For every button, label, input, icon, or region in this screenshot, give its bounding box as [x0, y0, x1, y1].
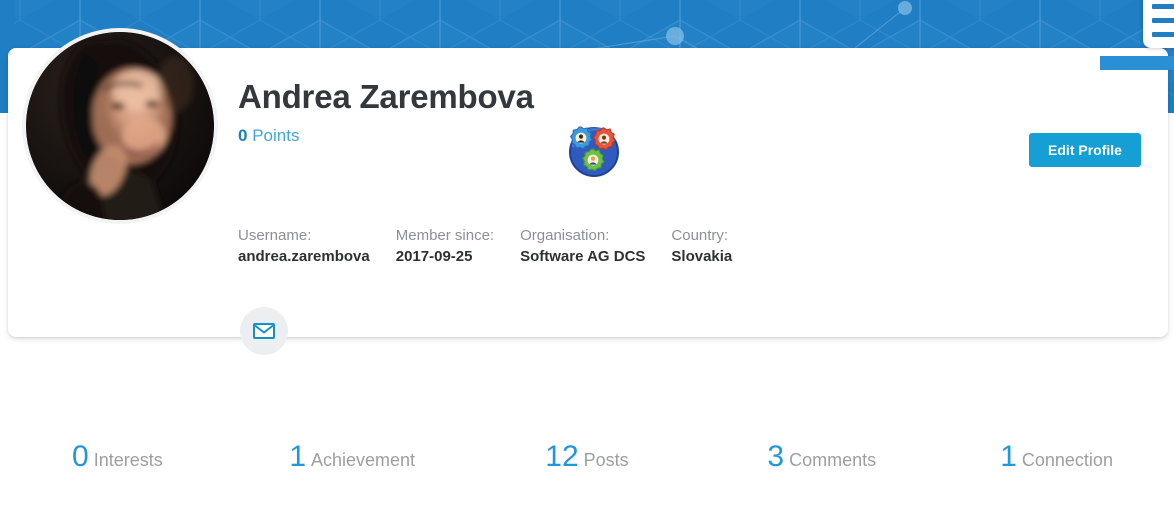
avatar[interactable]	[22, 28, 218, 224]
stat-posts[interactable]: 12 Posts	[470, 440, 705, 486]
points-line: 0 Points	[238, 126, 534, 146]
stat-comments[interactable]: 3 Comments	[704, 440, 939, 486]
stat-label: Posts	[583, 450, 629, 470]
stat-count: 3	[767, 440, 785, 473]
community-gears-badge-icon[interactable]	[563, 121, 623, 179]
stat-connections[interactable]: 1 Connection	[939, 440, 1174, 486]
points-value: 0	[238, 126, 248, 145]
meta-value: 2017-09-25	[395, 248, 473, 265]
edit-profile-button[interactable]: Edit Profile	[1029, 133, 1141, 167]
menu-line-icon	[1152, 18, 1174, 23]
meta-label: Organisation:	[520, 227, 610, 244]
hero-corner-strip	[1100, 56, 1174, 70]
stat-label: Connection	[1021, 450, 1113, 470]
meta-value: andrea.zarembova	[238, 248, 370, 265]
avatar-photo	[26, 32, 214, 220]
stat-count: 0	[72, 440, 89, 473]
meta-field-member-since: Member since: 2017-09-25	[396, 226, 494, 268]
send-message-button[interactable]	[240, 307, 288, 355]
stat-count: 1	[1000, 440, 1017, 473]
envelope-icon	[253, 323, 275, 339]
menu-line-icon	[1152, 4, 1174, 9]
stat-count: 12	[545, 440, 579, 473]
profile-meta-row: Username: andrea.zarembova Member since:…	[238, 226, 758, 268]
page-title: Andrea Zarembova	[238, 78, 534, 115]
menu-list-widget[interactable]	[1143, 0, 1174, 48]
points-label: Points	[252, 126, 300, 145]
stat-interests[interactable]: 0 Interests	[0, 440, 235, 486]
meta-label: Country:	[671, 227, 729, 244]
profile-card: Andrea Zarembova 0 Points Edit Profile U…	[8, 28, 1168, 355]
meta-value: Software AG DCS	[520, 248, 646, 265]
profile-stats-row: 0 Interests 1 Achievement 12 Posts 3 Com…	[0, 440, 1174, 486]
identity-block: Andrea Zarembova 0 Points	[238, 77, 534, 146]
stat-achievements[interactable]: 1 Achievement	[235, 440, 470, 486]
meta-field-organisation: Organisation: Software AG DCS	[520, 226, 645, 268]
menu-line-icon	[1152, 32, 1174, 37]
profile-action-row	[240, 307, 288, 355]
stat-label: Achievement	[311, 450, 416, 470]
stat-count: 1	[289, 440, 306, 473]
meta-value: Slovakia	[671, 248, 733, 265]
meta-label: Member since:	[395, 227, 495, 244]
meta-field-country: Country: Slovakia	[671, 226, 732, 268]
meta-field-username: Username: andrea.zarembova	[238, 226, 370, 268]
meta-label: Username:	[238, 227, 312, 244]
stat-label: Interests	[93, 450, 163, 470]
stat-label: Comments	[789, 450, 877, 470]
